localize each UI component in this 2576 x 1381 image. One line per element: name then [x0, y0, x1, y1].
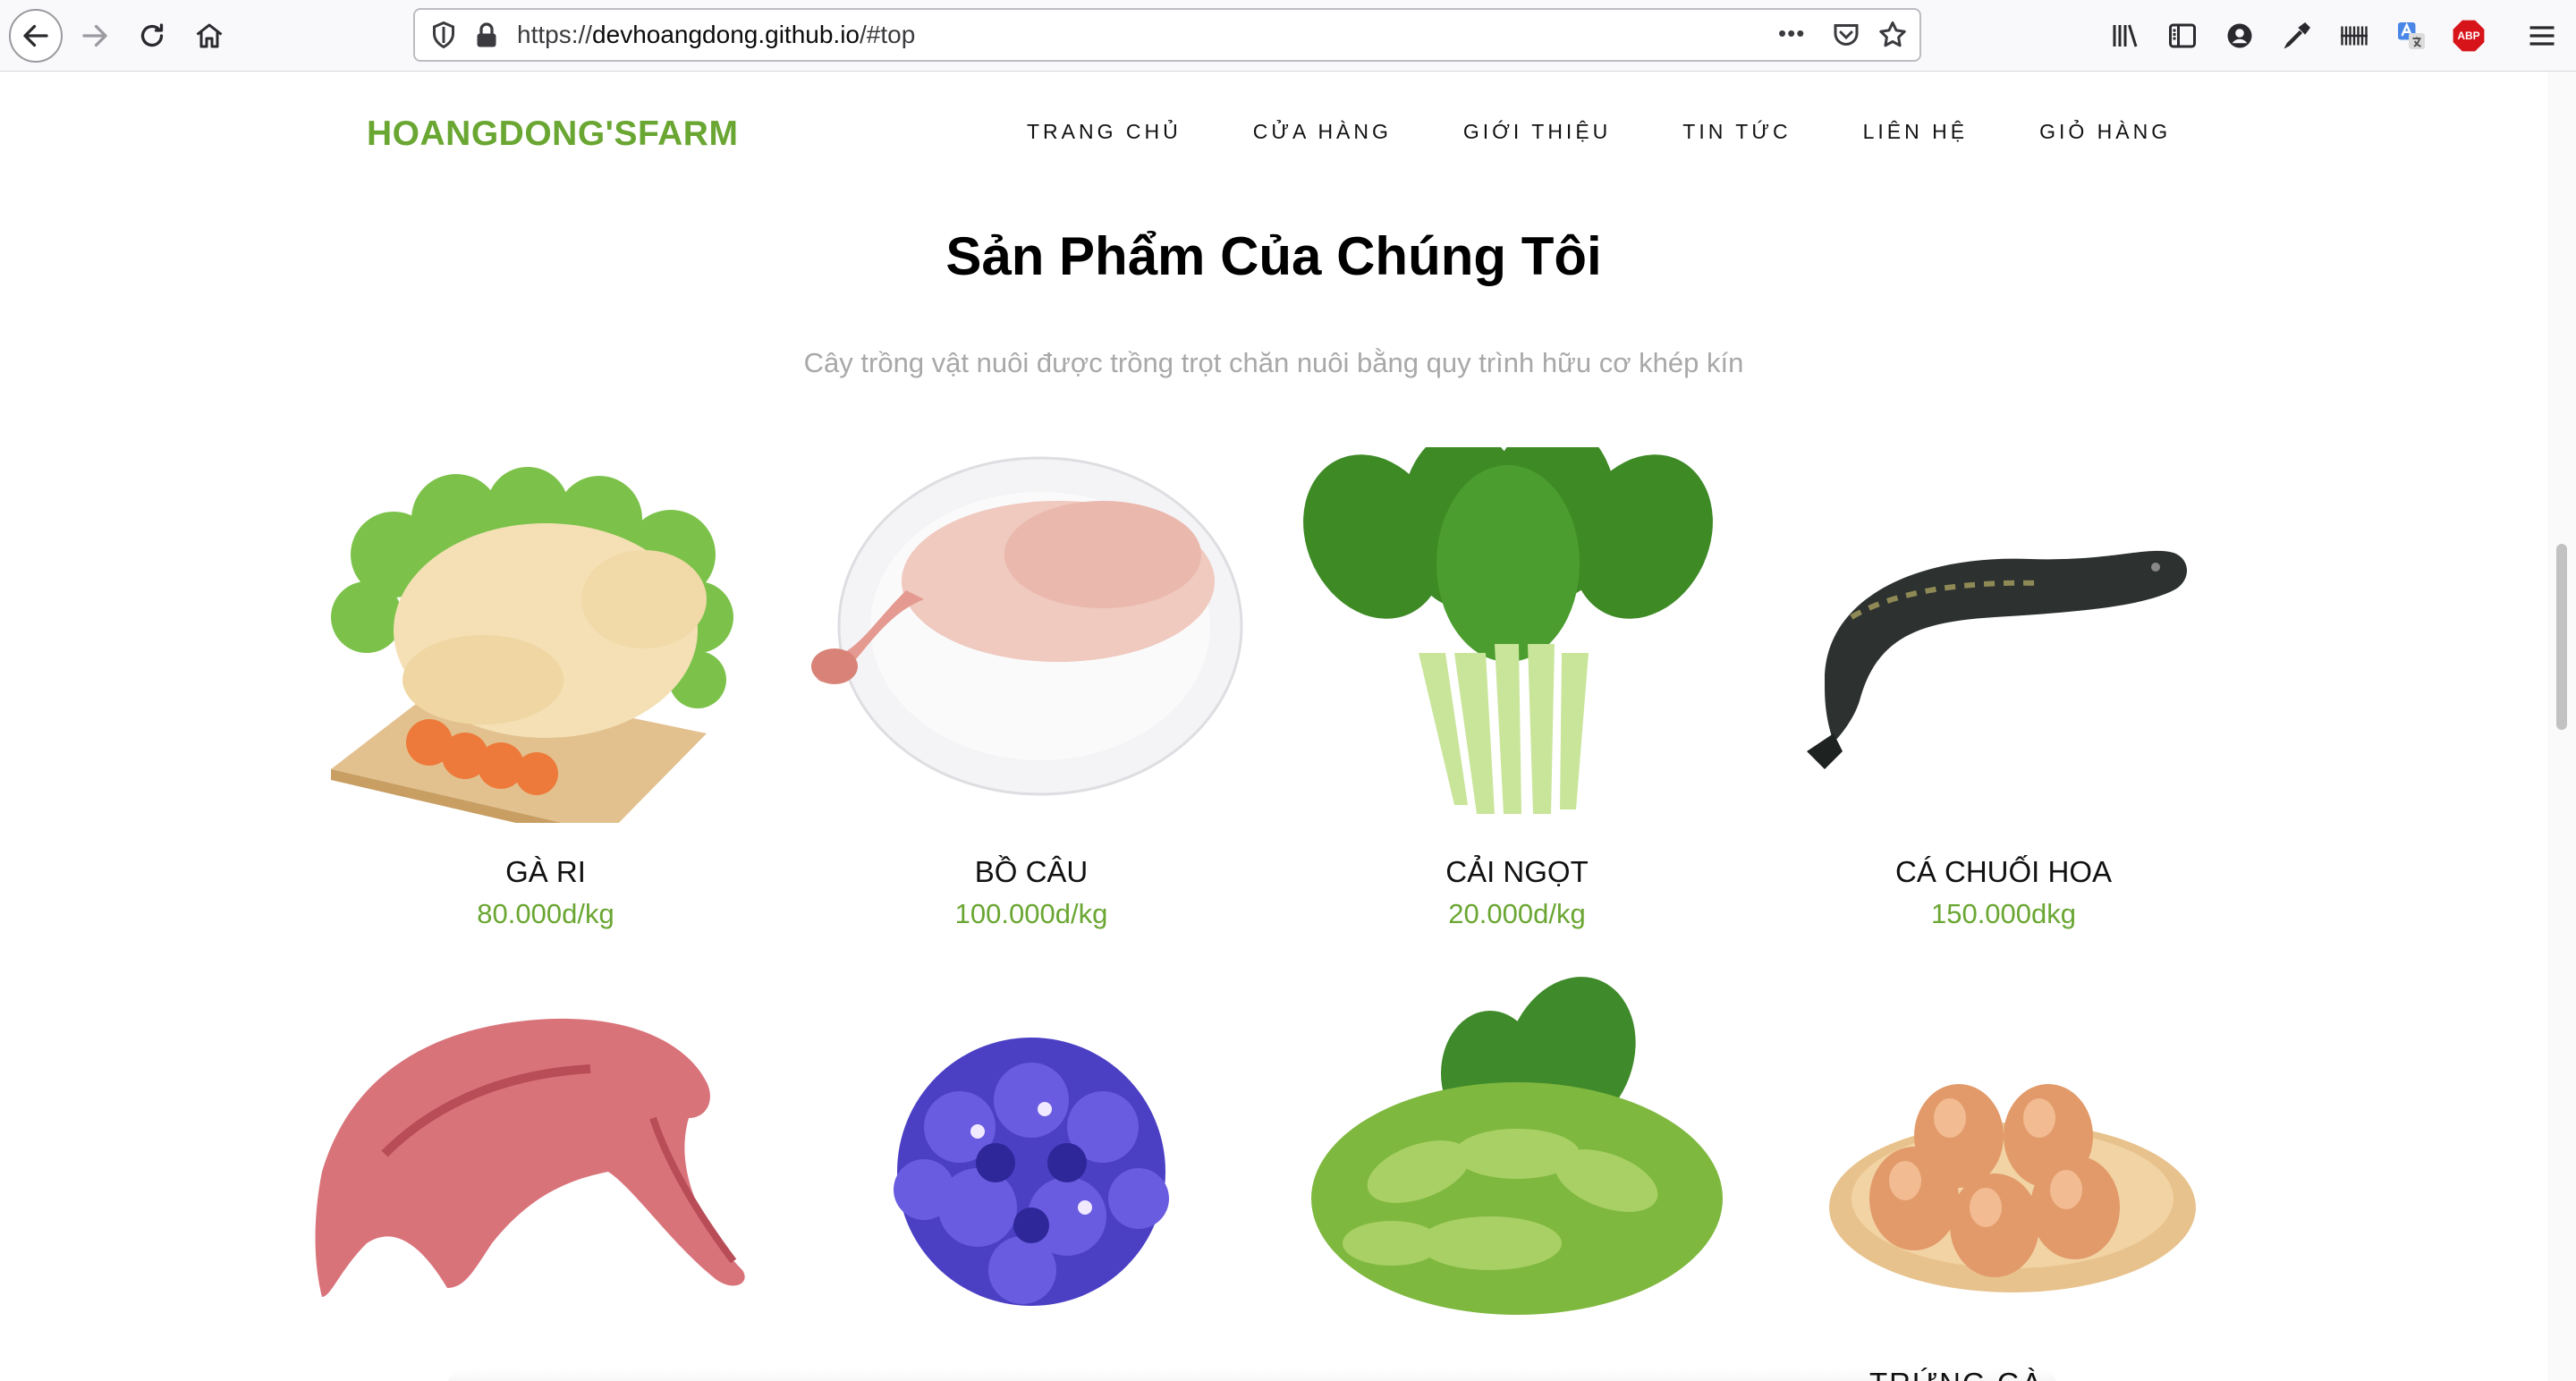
star-icon[interactable]: [1877, 19, 1909, 51]
scroll-fade: [447, 1368, 2057, 1381]
library-button[interactable]: [2107, 18, 2143, 54]
reload-icon: [140, 23, 164, 47]
product-name[interactable]: CẢI NGỌT: [1284, 855, 1750, 889]
product-price: 150.000dkg: [1930, 898, 2077, 929]
sidebar-icon: [2169, 23, 2196, 48]
pocket-icon[interactable]: [1830, 19, 1862, 51]
product-card[interactable]: CẢI NGỌT 20.000d/kg: [1284, 447, 1750, 930]
main-nav: TRANG CHỦ CỬA HÀNG GIỚI THIỆU TIN TỨC LI…: [1027, 120, 2171, 144]
lock-icon[interactable]: [470, 19, 503, 51]
hamburger-menu-icon: [2529, 26, 2555, 46]
url-bar[interactable]: https://devhoangdong.github.io/#top •••: [413, 8, 1921, 62]
product-image-bok-choy[interactable]: [1284, 447, 1750, 823]
nav-item-cart[interactable]: GIỎ HÀNG: [2039, 120, 2171, 144]
home-icon: [196, 23, 223, 48]
product-name[interactable]: GÀ RI: [313, 855, 778, 889]
nav-item-contact[interactable]: LIÊN HỆ: [1863, 120, 1968, 144]
arrow-right-icon: [82, 24, 107, 47]
reload-button[interactable]: [125, 9, 179, 63]
library-icon: [2113, 24, 2138, 47]
product-card[interactable]: [1284, 975, 1750, 1351]
forward-button[interactable]: [68, 9, 122, 63]
sidebar-button[interactable]: [2165, 18, 2200, 54]
product-image-rabbit-meat[interactable]: [313, 975, 778, 1351]
product-card[interactable]: CÁ CHUỐI HOA 150.000dkg: [1771, 447, 2236, 930]
page-actions-more-button[interactable]: •••: [1778, 10, 1805, 56]
url-text[interactable]: https://devhoangdong.github.io/#top: [517, 10, 915, 60]
adblock-label: ABP: [2457, 30, 2480, 42]
product-image-pigeon[interactable]: [799, 447, 1264, 823]
nav-item-about[interactable]: GIỚI THIỆU: [1463, 120, 1611, 144]
product-card[interactable]: BỒ CÂU 100.000d/kg: [799, 447, 1264, 930]
brand-logo[interactable]: HOANGDONG'SFARM: [367, 114, 738, 154]
barcode-icon: [2341, 26, 2368, 46]
product-image-snakehead-fish[interactable]: [1771, 447, 2236, 823]
extension-button[interactable]: [2336, 18, 2372, 54]
product-price: 80.000d/kg: [477, 898, 614, 929]
product-name-partial: TRỨNG GÀ ...: [1869, 1367, 2083, 1381]
eyedropper-icon: [2284, 22, 2310, 49]
account-button[interactable]: [2222, 18, 2258, 54]
product-card[interactable]: [1771, 975, 2236, 1351]
nav-item-shop[interactable]: CỬA HÀNG: [1253, 120, 1392, 144]
back-button[interactable]: [9, 9, 63, 63]
product-image-butterfly-pea-flower[interactable]: [799, 975, 1264, 1351]
nav-item-home[interactable]: TRANG CHỦ: [1027, 120, 1182, 144]
adblock-button[interactable]: ABP: [2451, 18, 2487, 54]
product-name[interactable]: BỒ CÂU: [799, 855, 1264, 889]
product-card[interactable]: [799, 975, 1264, 1351]
nav-item-news[interactable]: TIN TỨC: [1682, 120, 1791, 144]
product-price: 100.000d/kg: [954, 898, 1108, 929]
product-price: 20.000d/kg: [1448, 898, 1586, 929]
product-image-eggs[interactable]: [1771, 975, 2236, 1351]
scrollbar-thumb[interactable]: [2556, 544, 2567, 730]
account-icon: [2227, 23, 2252, 48]
web-page: HOANGDONG'SFARM TRANG CHỦ CỬA HÀNG GIỚI …: [0, 72, 2547, 1381]
page-scrollbar[interactable]: [2547, 72, 2576, 1381]
translate-icon: [2398, 22, 2425, 49]
product-image-chicken[interactable]: [313, 447, 778, 823]
home-button[interactable]: [182, 9, 236, 63]
product-image-vegetable-bundle[interactable]: [1284, 975, 1750, 1351]
product-name[interactable]: CÁ CHUỐI HOA: [1771, 855, 2236, 889]
url-path: /#top: [859, 21, 916, 48]
url-host: devhoangdong.github.io: [592, 21, 860, 48]
browser-toolbar: https://devhoangdong.github.io/#top ••• …: [0, 0, 2576, 72]
section-title: Sản Phẩm Của Chúng Tôi: [945, 226, 1602, 286]
url-scheme: https://: [517, 21, 593, 48]
shield-icon[interactable]: [428, 19, 460, 51]
product-card[interactable]: GÀ RI 80.000d/kg: [313, 447, 778, 930]
product-card[interactable]: [313, 975, 778, 1351]
app-menu-button[interactable]: [2524, 18, 2560, 54]
translate-button[interactable]: [2394, 18, 2429, 54]
arrow-left-icon: [23, 24, 48, 47]
eyedropper-button[interactable]: [2279, 18, 2315, 54]
section-subtitle: Cây trồng vật nuôi được trồng trọt chăn …: [803, 347, 1744, 378]
